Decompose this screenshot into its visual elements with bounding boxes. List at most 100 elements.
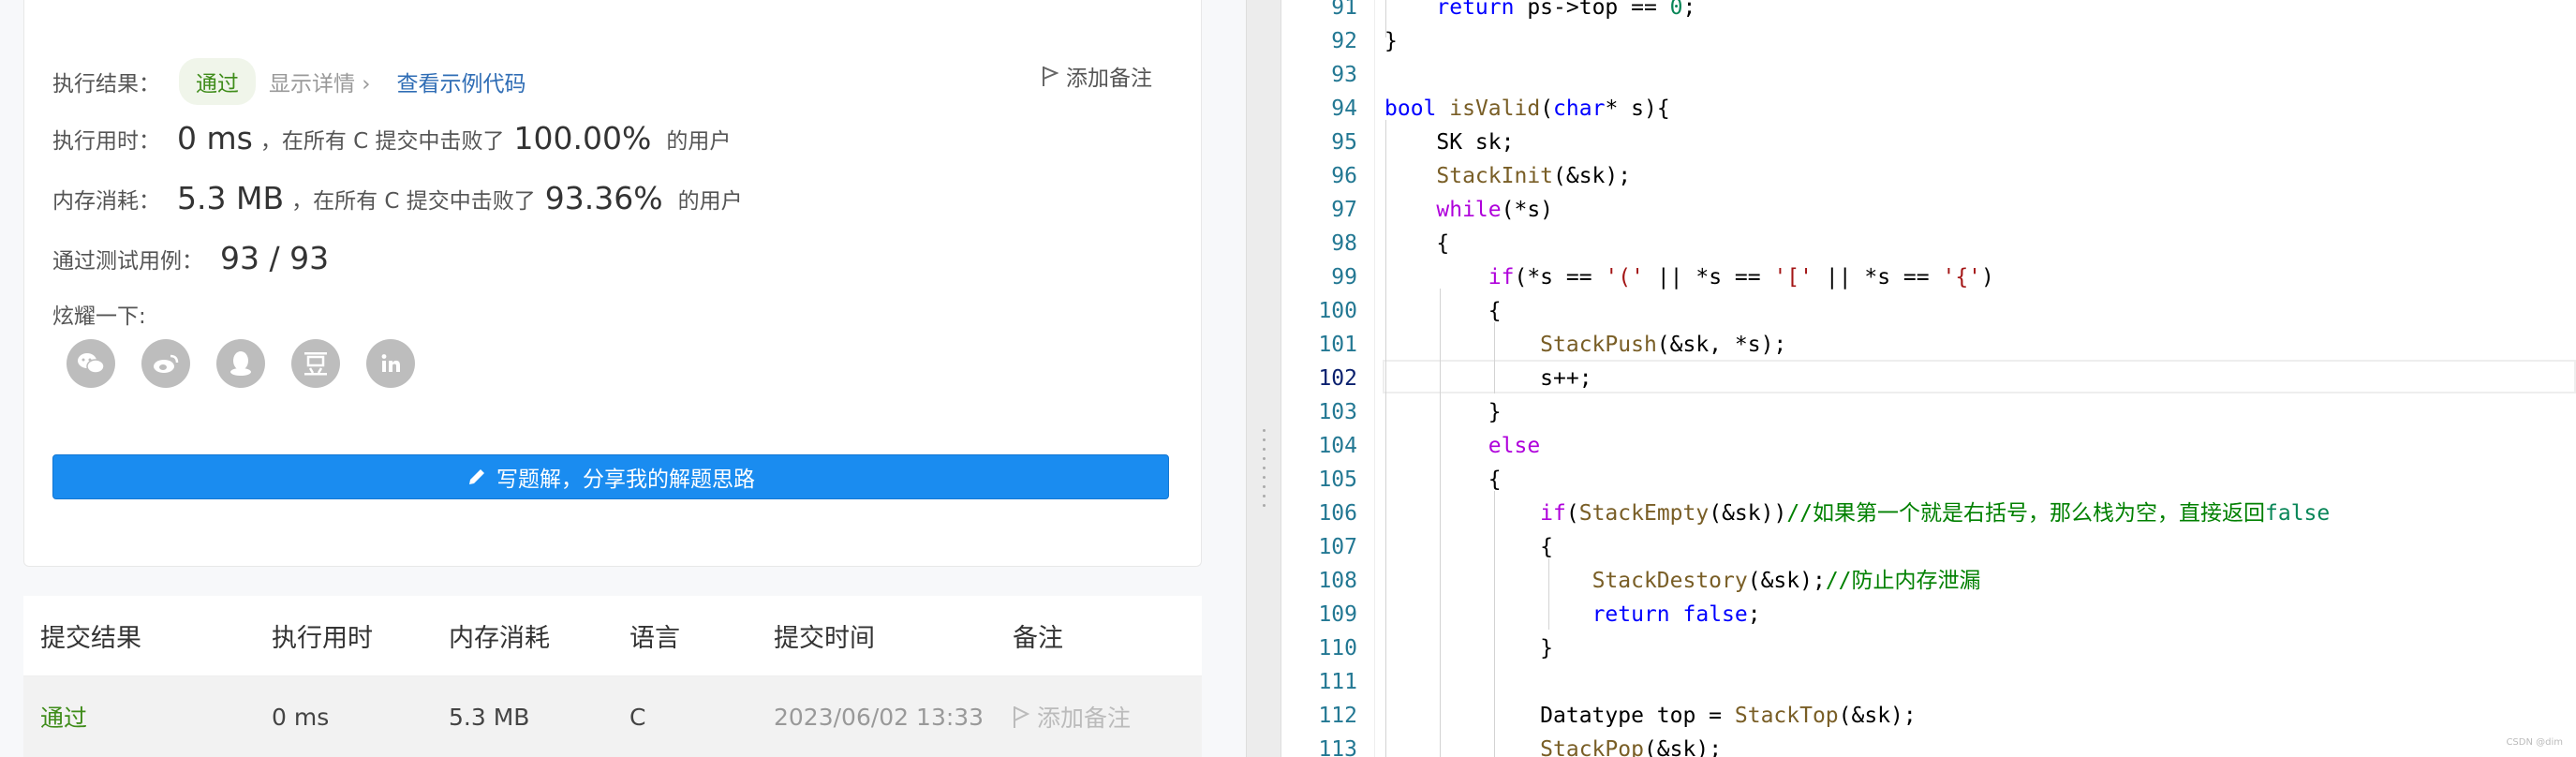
weibo-icon[interactable] [141, 339, 190, 388]
line-number: 102 [1318, 366, 1357, 391]
line-number: 94 [1331, 96, 1357, 121]
line-number: 92 [1331, 29, 1357, 53]
qq-icon[interactable] [216, 339, 265, 388]
grip-dot [1263, 467, 1266, 469]
code-line[interactable]: StackDestory(&sk);//防止内存泄漏 [1384, 564, 1981, 598]
linkedin-icon[interactable] [366, 339, 415, 388]
grip-dot [1263, 448, 1266, 451]
header-memory: 内存消耗 [449, 624, 550, 653]
memory-users: 的用户 [677, 188, 743, 214]
line-number: 100 [1318, 299, 1357, 323]
watermark: CSDN @dim [2506, 737, 2563, 748]
runtime-users: 的用户 [666, 128, 732, 154]
code-line[interactable]: StackPop(&sk); [1384, 733, 1722, 757]
code-line[interactable]: bool isValid(char* s){ [1384, 92, 1670, 126]
add-note-label: 添加备注 [1066, 67, 1152, 91]
tests-value: 93 / 93 [220, 240, 330, 276]
line-number: 101 [1318, 333, 1357, 357]
line-number: 107 [1318, 535, 1357, 559]
add-note-button[interactable]: 添加备注 [1042, 60, 1152, 92]
header-language: 语言 [629, 624, 680, 653]
result-row: 执行结果： 通过 显示详情 › 查看示例代码 [52, 58, 526, 105]
line-number: 93 [1331, 63, 1357, 87]
write-solution-button[interactable]: 写题解，分享我的解题思路 [52, 454, 1169, 499]
code-line[interactable]: StackInit(&sk); [1384, 159, 1631, 193]
status-badge: 通过 [179, 58, 256, 105]
line-number: 103 [1318, 400, 1357, 424]
pencil-icon [469, 469, 484, 484]
code-line[interactable]: StackPush(&sk, *s); [1384, 328, 1786, 362]
header-note: 备注 [1013, 624, 1063, 653]
write-solution-label: 写题解，分享我的解题思路 [496, 468, 755, 492]
code-line[interactable]: { [1384, 227, 1449, 260]
code-line[interactable]: { [1384, 463, 1502, 497]
row-runtime: 0 ms [272, 703, 330, 731]
table-header: 提交结果 执行用时 内存消耗 语言 提交时间 备注 [23, 596, 1202, 676]
grip-dot [1263, 429, 1266, 432]
code-line[interactable]: if(StackEmpty(&sk))//如果第一个就是右括号，那么栈为空，直接… [1384, 497, 2330, 530]
douban-icon[interactable] [291, 339, 340, 388]
code-editor[interactable]: 91 92 93 94 95 96 97 98 99 100 101 102 103 104 105 106 1… [1281, 0, 2576, 757]
flag-icon [1014, 706, 1029, 728]
code-line[interactable]: { [1384, 294, 1502, 328]
result-card: 执行结果： 通过 显示详情 › 查看示例代码 添加备注 执行用时： 0 ms ，… [23, 0, 1202, 567]
header-runtime: 执行用时 [272, 624, 373, 653]
code-line[interactable]: } [1384, 24, 1398, 58]
header-submit-time: 提交时间 [774, 624, 875, 653]
code-line[interactable]: while(*s) [1384, 193, 1553, 227]
pane-splitter[interactable] [1246, 0, 1281, 757]
line-number: 110 [1318, 636, 1357, 661]
code-line[interactable]: else [1384, 429, 1540, 463]
code-line[interactable]: } [1384, 395, 1502, 429]
code-line[interactable]: return ps->top == 0; [1384, 0, 1695, 24]
code-line[interactable]: { [1384, 530, 1553, 564]
code-line[interactable]: SK sk; [1384, 126, 1514, 159]
sample-code-link[interactable]: 查看示例代码 [397, 66, 526, 97]
row-status-link[interactable]: 通过 [40, 700, 87, 734]
grip-dot [1263, 504, 1266, 507]
grip-dot [1263, 457, 1266, 460]
runtime-label: 执行用时： [52, 128, 160, 154]
tests-label: 通过测试用例： [52, 248, 203, 274]
grip-dot [1263, 476, 1266, 479]
share-label: 炫耀一下: [52, 304, 146, 329]
grip-dot [1263, 485, 1266, 488]
memory-value: 5.3 MB [177, 180, 285, 216]
runtime-percent: 100.00% [513, 120, 652, 156]
share-label-row: 炫耀一下: [52, 298, 146, 330]
grip-dot [1263, 495, 1266, 497]
code-line[interactable]: s++; [1384, 362, 1591, 395]
row-language: C [629, 703, 646, 731]
memory-label: 内存消耗： [52, 188, 160, 214]
grip-dot [1263, 438, 1266, 441]
result-label: 执行结果： [52, 72, 160, 96]
code-line[interactable]: return false; [1384, 598, 1761, 631]
runtime-beat-text: ，在所有 C 提交中击败了 [259, 128, 505, 154]
line-number: 105 [1318, 468, 1357, 492]
table-row[interactable]: 通过 0 ms 5.3 MB C 2023/06/02 13:33 添加备注 [23, 676, 1202, 757]
row-submit-time: 2023/06/02 13:33 [774, 703, 985, 731]
line-number: 99 [1331, 265, 1357, 289]
result-pane: 执行结果： 通过 显示详情 › 查看示例代码 添加备注 执行用时： 0 ms ，… [0, 0, 1246, 757]
memory-beat-text: ，在所有 C 提交中击败了 [291, 188, 536, 214]
line-number: 96 [1331, 164, 1357, 188]
wechat-icon[interactable] [67, 339, 115, 388]
line-number: 111 [1318, 670, 1357, 694]
row-add-note-button[interactable]: 添加备注 [1013, 700, 1131, 734]
line-number: 95 [1331, 130, 1357, 155]
line-number: 106 [1318, 501, 1357, 526]
flag-icon [1043, 67, 1059, 86]
submissions-table: 提交结果 执行用时 内存消耗 语言 提交时间 备注 通过 0 ms 5.3 MB… [23, 596, 1202, 757]
code-line[interactable]: if(*s == '(' || *s == '[' || *s == '{') [1384, 260, 1994, 294]
line-number: 108 [1318, 569, 1357, 593]
line-number: 91 [1331, 0, 1357, 20]
line-number: 97 [1331, 198, 1357, 222]
memory-percent: 93.36% [544, 180, 663, 216]
header-status: 提交结果 [40, 624, 141, 653]
runtime-row: 执行用时： 0 ms ，在所有 C 提交中击败了 100.00% 的用户 [52, 120, 731, 156]
code-line[interactable]: Datatype top = StackTop(&sk); [1384, 699, 1917, 733]
show-detail-link[interactable]: 显示详情 › [269, 66, 371, 97]
line-number: 109 [1318, 602, 1357, 627]
line-number: 98 [1331, 231, 1357, 256]
code-line[interactable]: } [1384, 631, 1553, 665]
